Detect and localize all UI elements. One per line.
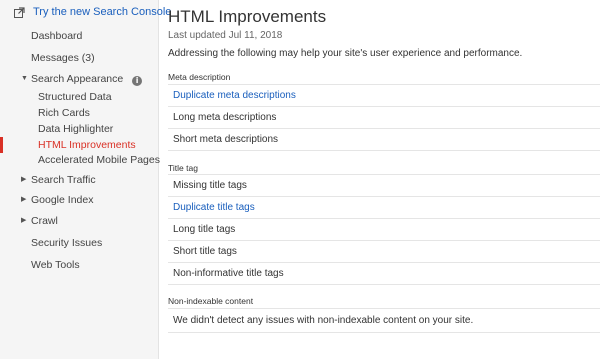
caret-right-icon: ▶ [21,196,27,203]
sidebar-item-label: Search Appearance [31,73,124,85]
sidebar-item-label: Messages (3) [31,52,95,64]
divider [168,308,600,309]
divider [168,174,600,175]
non-indexable-status-text: We didn't detect any issues with non-ind… [173,315,474,326]
sidebar-item-label: HTML Improvements [38,139,136,151]
divider [168,106,600,107]
sidebar: Try the new Search Console Dashboard Mes… [0,0,171,359]
sidebar-item-data-highlighter[interactable]: Data Highlighter [0,121,159,137]
duplicate-title-tags-link[interactable]: Duplicate title tags [173,201,255,214]
sidebar-item-label: Rich Cards [38,107,90,119]
missing-title-tags-row: Missing title tags [173,180,247,191]
divider [168,284,600,285]
sidebar-item-structured-data[interactable]: Structured Data [0,89,159,105]
sidebar-item-crawl[interactable]: ▶ Crawl [0,213,159,229]
try-new-search-console-link[interactable]: Try the new Search Console [33,6,171,18]
divider [168,84,600,85]
sidebar-item-messages[interactable]: Messages (3) [0,50,159,66]
divider [168,150,600,151]
page-title: HTML Improvements [168,7,327,26]
caret-down-icon: ▼ [21,75,28,82]
sidebar-item-search-appearance[interactable]: ▼ Search Appearance i [0,71,159,87]
sidebar-item-web-tools[interactable]: Web Tools [0,257,159,273]
sidebar-item-accelerated-mobile-pages[interactable]: Accelerated Mobile Pages [0,152,160,168]
section-heading-meta-description: Meta description [168,72,231,82]
caret-right-icon: ▶ [21,217,27,224]
caret-right-icon: ▶ [21,176,27,183]
short-meta-descriptions-row: Short meta descriptions [173,134,279,145]
intro-text: Addressing the following may help your s… [168,48,523,59]
non-informative-title-tags-row: Non-informative title tags [173,268,284,279]
divider [168,332,600,333]
sidebar-item-dashboard[interactable]: Dashboard [0,28,159,44]
divider [168,196,600,197]
sidebar-item-search-traffic[interactable]: ▶ Search Traffic [0,172,159,188]
sidebar-item-google-index[interactable]: ▶ Google Index [0,192,159,208]
sidebar-item-label: Security Issues [31,237,103,249]
divider [168,240,600,241]
sidebar-item-label: Google Index [31,194,94,206]
short-title-tags-row: Short title tags [173,246,237,257]
sidebar-item-label: Search Traffic [31,174,96,186]
duplicate-meta-descriptions-link[interactable]: Duplicate meta descriptions [173,89,296,102]
divider [168,218,600,219]
info-icon[interactable]: i [132,76,143,86]
section-heading-title-tag: Title tag [168,163,198,173]
divider [168,128,600,129]
active-indicator [0,137,3,153]
sidebar-item-label: Crawl [31,215,58,227]
section-heading-non-indexable-content: Non-indexable content [168,296,254,306]
main-content: HTML Improvements Last updated Jul 11, 2… [168,0,600,359]
sidebar-item-rich-cards[interactable]: Rich Cards [0,105,159,121]
open-external-icon [14,6,25,18]
sidebar-item-html-improvements[interactable]: HTML Improvements [0,137,159,153]
sidebar-item-label: Accelerated Mobile Pages [38,154,160,166]
sidebar-item-label: Data Highlighter [38,123,114,135]
promo-link-container[interactable]: Try the new Search Console [14,6,171,18]
last-updated-text: Last updated Jul 11, 2018 [168,30,283,41]
sidebar-item-label: Structured Data [38,91,112,103]
divider [168,262,600,263]
long-title-tags-row: Long title tags [173,224,236,235]
long-meta-descriptions-row: Long meta descriptions [173,112,277,123]
sidebar-item-security-issues[interactable]: Security Issues [0,235,159,251]
sidebar-item-label: Dashboard [31,30,83,42]
sidebar-item-label: Web Tools [31,259,80,271]
